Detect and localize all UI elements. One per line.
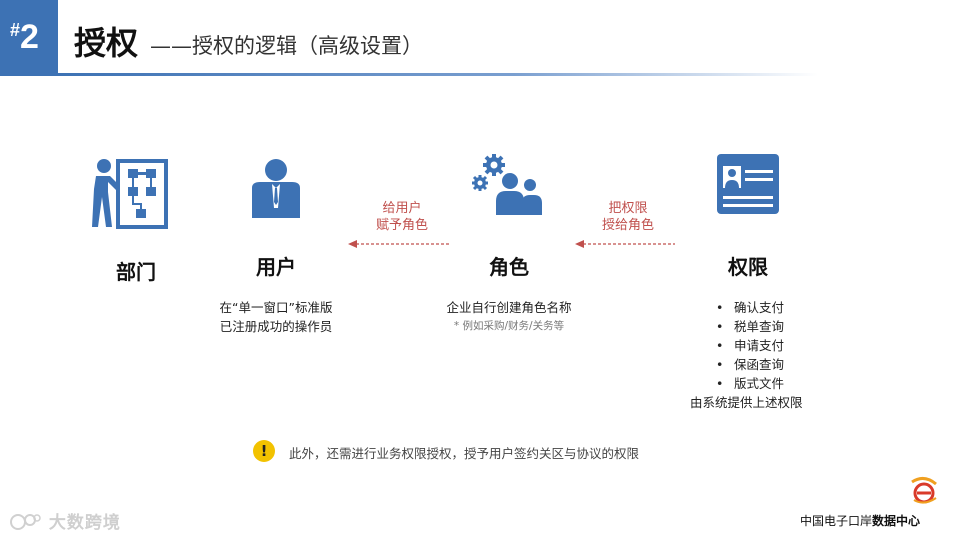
permission-list: • 确认支付 • 税单查询 • 申请支付 • 保函查询 • 版式文件 由系统提供上述权限 <box>690 298 820 412</box>
watermark: 大数跨境 <box>8 508 121 533</box>
list-item: • 版式文件 <box>716 376 785 391</box>
perm-to-role-caption: 把权限 授给角色 <box>601 201 654 233</box>
page-title: 授权 <box>74 24 139 62</box>
id-card-icon <box>717 154 779 214</box>
header-divider <box>58 73 818 76</box>
exclamation-icon: ! <box>253 440 275 462</box>
list-item: • 保函查询 <box>716 357 785 372</box>
role-to-user-arrow <box>348 240 450 248</box>
role-group-gears-icon <box>472 154 542 215</box>
slide-number-badge: #2 <box>0 0 58 76</box>
user-label: 用户 <box>256 255 296 279</box>
user-description: 在“单一窗口”标准版 已注册成功的操作员 <box>219 300 333 334</box>
list-item: • 确认支付 <box>716 300 785 315</box>
department-label: 部门 <box>116 260 156 284</box>
slide-number: #2 <box>10 18 39 56</box>
org-chart-presenter-icon <box>92 159 168 229</box>
page-subtitle: ——授权的逻辑（高级设置） <box>150 34 423 58</box>
brand-logo-icon <box>911 477 937 504</box>
role-label: 角色 <box>489 255 529 279</box>
list-item: • 申请支付 <box>716 338 785 353</box>
perm-to-role-arrow <box>575 240 675 248</box>
wechat-style-logo-icon <box>10 514 41 530</box>
permission-label: 权限 <box>728 255 768 279</box>
role-description: 企业自行创建角色名称 * 例如采购/财务/关务等 <box>446 300 572 332</box>
user-icon <box>252 159 300 218</box>
notice-text: 此外，还需进行业务权限授权，授予用户签约关区与协议的权限 <box>289 446 640 461</box>
list-item: • 税单查询 <box>716 319 785 334</box>
permission-footer: 由系统提供上述权限 <box>690 395 803 410</box>
footer-brand: 中国电子口岸数据中心 <box>800 514 921 528</box>
role-to-user-caption: 给用户 赋予角色 <box>375 201 428 233</box>
